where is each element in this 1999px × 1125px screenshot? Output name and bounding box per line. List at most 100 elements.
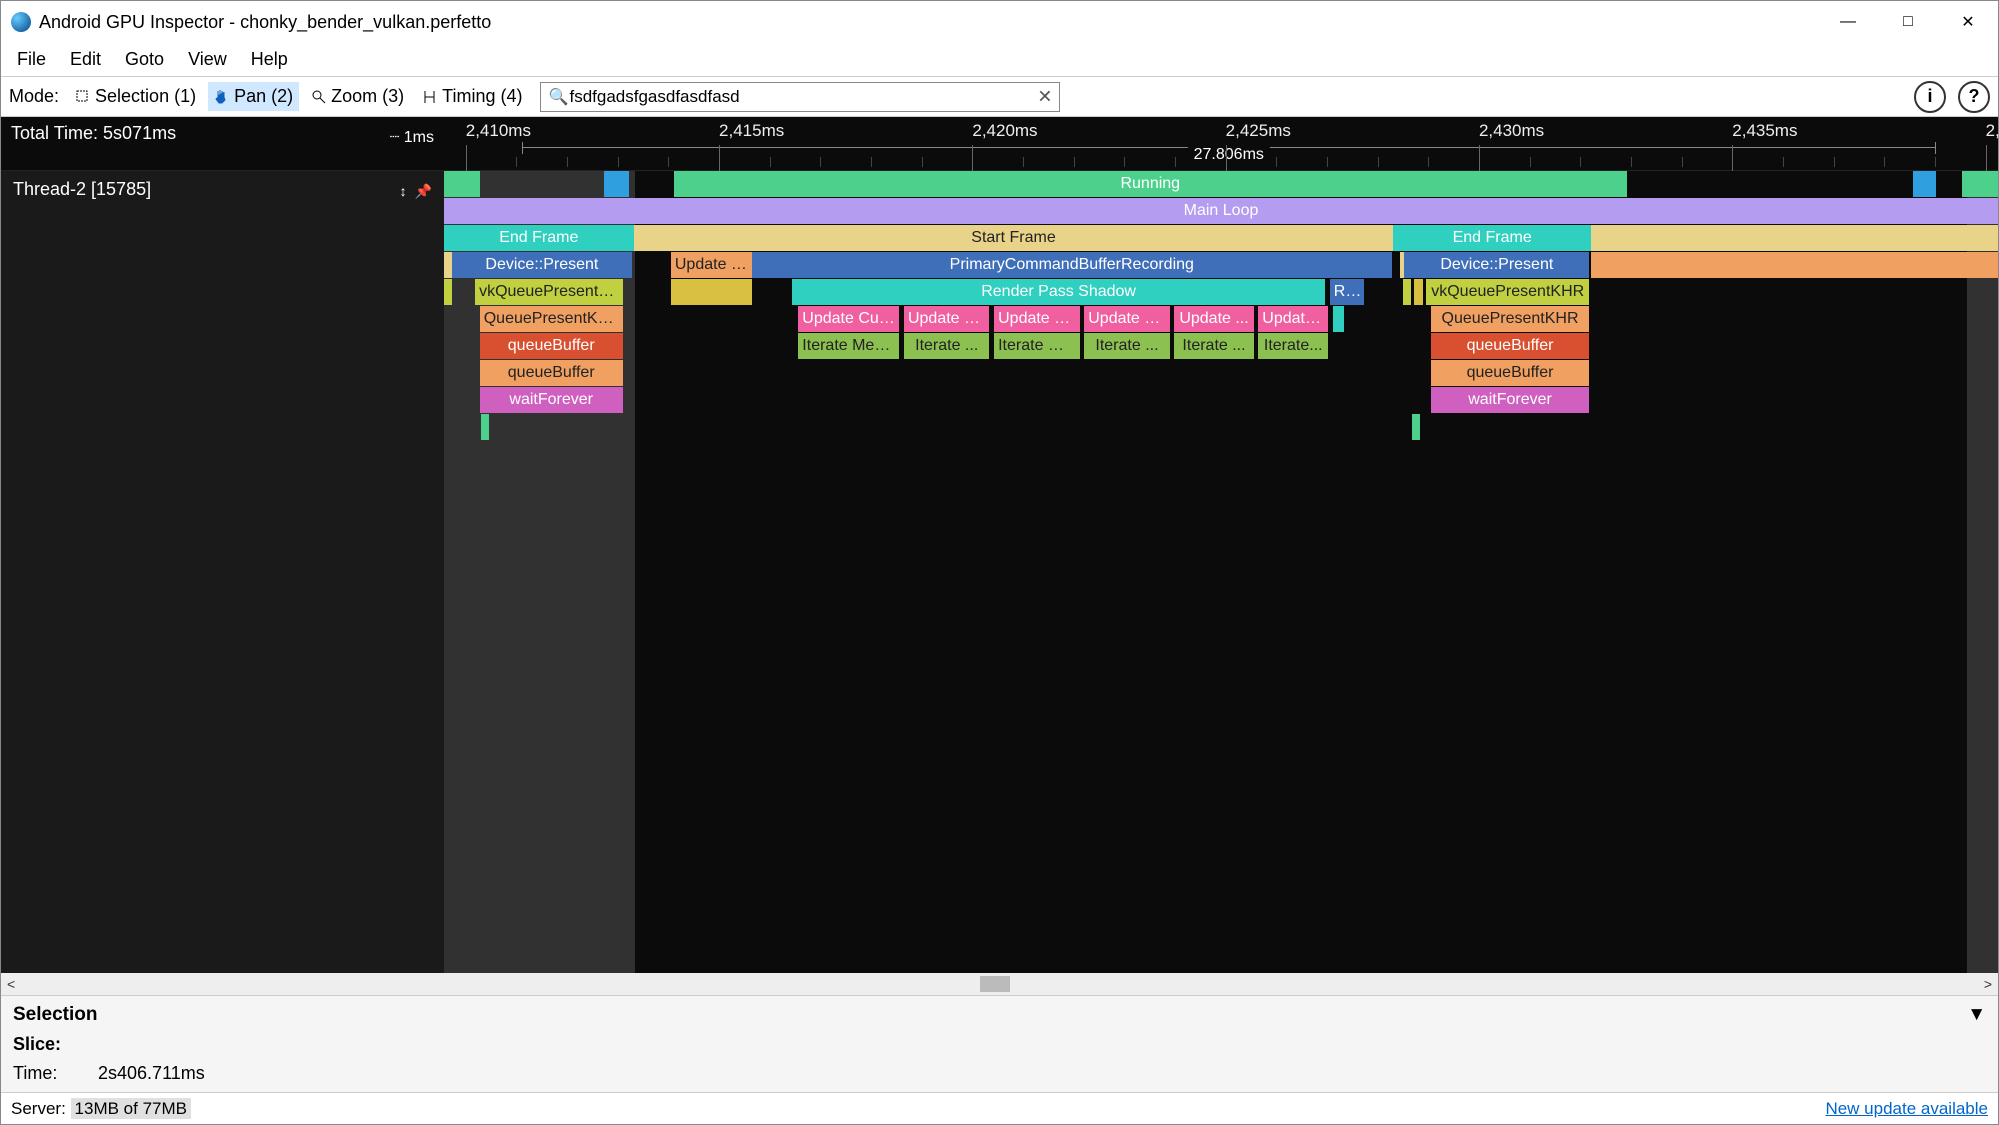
trace-slice[interactable]: vkQueuePresentKHR: [1426, 279, 1589, 305]
pan-icon: [214, 89, 230, 105]
trace-slice[interactable]: [1412, 414, 1420, 440]
trace-slice[interactable]: queueBuffer: [480, 360, 623, 386]
thread-header[interactable]: Thread-2 [15785] ↕ 📌: [1, 171, 444, 973]
trace-slice[interactable]: QueuePresentKHR: [480, 306, 623, 332]
maximize-button[interactable]: □: [1878, 1, 1938, 43]
timeline[interactable]: Total Time: 5s071ms ┈ 1ms 27.806ms 2,410…: [1, 117, 1998, 973]
trace-slice[interactable]: queueBuffer: [480, 333, 623, 359]
trace-slice[interactable]: [1403, 279, 1411, 305]
trace-slice[interactable]: Update S...: [671, 252, 752, 278]
trace-slice[interactable]: End Frame: [1393, 225, 1590, 251]
trace-slice[interactable]: Update C...: [1084, 306, 1169, 332]
mode-selection[interactable]: Selection (1): [69, 82, 202, 111]
trace-slice[interactable]: Update ...: [1174, 306, 1253, 332]
visible-range-label: 27.806ms: [1188, 146, 1270, 164]
chevron-down-icon[interactable]: ▼: [1967, 1004, 1986, 1026]
timing-icon: [422, 89, 438, 105]
trace-slice[interactable]: Update C...: [994, 306, 1079, 332]
trace-slice[interactable]: [1962, 171, 1998, 197]
trace-slice[interactable]: [1591, 225, 1998, 251]
ruler-tick: 2,415ms: [719, 121, 784, 141]
pin-icon[interactable]: 📌: [415, 183, 432, 200]
search-input[interactable]: [540, 82, 1060, 112]
trace-slice[interactable]: [1333, 306, 1344, 332]
menu-edit[interactable]: Edit: [60, 45, 111, 74]
scroll-left-icon[interactable]: <: [7, 976, 15, 992]
trace-slice[interactable]: Running: [674, 171, 1627, 197]
minimize-button[interactable]: ―: [1818, 1, 1878, 43]
selection-band: [1967, 171, 1998, 973]
menu-file[interactable]: File: [7, 45, 56, 74]
status-bar: Server: 13MB of 77MB New update availabl…: [1, 1092, 1998, 1124]
trace-slice[interactable]: waitForever: [1431, 387, 1590, 413]
trace-slice[interactable]: Iterate...: [1258, 333, 1328, 359]
trace-slice[interactable]: End Frame: [444, 225, 634, 251]
mode-timing[interactable]: Timing (4): [416, 82, 528, 111]
selection-panel: Selection ▼ Slice: Time: 2s406.711ms: [1, 995, 1998, 1092]
trace-slice[interactable]: vkQueuePresentKHR: [475, 279, 623, 305]
collapse-icon[interactable]: ↕: [400, 183, 407, 200]
trace-slice[interactable]: Iterate Meshes: [798, 333, 899, 359]
menubar: File Edit Goto View Help: [1, 43, 1998, 77]
trace-slice[interactable]: Iterate ...: [1084, 333, 1169, 359]
trace-slice[interactable]: waitForever: [480, 387, 623, 413]
trace-slice[interactable]: Main Loop: [444, 198, 1998, 224]
trace-slice[interactable]: [444, 279, 452, 305]
ruler-tick: 2,435ms: [1732, 121, 1797, 141]
scroll-thumb[interactable]: [980, 976, 1010, 992]
tracks-area[interactable]: Thread-2 [15785] ↕ 📌 RunningMain LoopEnd…: [1, 171, 1998, 973]
trace-slice[interactable]: Render Pass Shadow: [792, 279, 1325, 305]
help-button[interactable]: ?: [1958, 81, 1990, 113]
ruler-tick: 2,: [1986, 121, 1999, 141]
window-title: Android GPU Inspector - chonky_bender_vu…: [39, 12, 1818, 33]
trace-slice[interactable]: PrimaryCommandBufferRecording: [752, 252, 1392, 278]
ruler-tick: 2,425ms: [1226, 121, 1291, 141]
mode-pan[interactable]: Pan (2): [208, 82, 299, 111]
trace-slice[interactable]: [1591, 252, 1998, 278]
server-label: Server:: [11, 1099, 66, 1118]
close-button[interactable]: ✕: [1938, 1, 1998, 43]
mode-zoom[interactable]: Zoom (3): [305, 82, 410, 111]
trace-slice[interactable]: Update C...: [904, 306, 989, 332]
time-label: Time:: [13, 1063, 93, 1084]
menu-help[interactable]: Help: [241, 45, 298, 74]
trace-slice[interactable]: [481, 414, 489, 440]
menu-view[interactable]: View: [178, 45, 237, 74]
trace-slice[interactable]: queueBuffer: [1431, 360, 1590, 386]
info-button[interactable]: i: [1914, 81, 1946, 113]
trace-slice[interactable]: Update...: [1258, 306, 1328, 332]
trace-slice[interactable]: Start Frame: [634, 225, 1394, 251]
time-value: 2s406.711ms: [98, 1063, 205, 1083]
trace-slice[interactable]: QueuePresentKHR: [1431, 306, 1590, 332]
trace-slice[interactable]: Update Cub...: [798, 306, 899, 332]
trace-slice[interactable]: Re...: [1330, 279, 1364, 305]
slice-label: Slice:: [13, 1034, 61, 1054]
trace-slice[interactable]: Iterate ...: [904, 333, 989, 359]
horizontal-scrollbar[interactable]: < >: [1, 973, 1998, 995]
trace-slice[interactable]: queueBuffer: [1431, 333, 1590, 359]
ruler-tick: 2,420ms: [972, 121, 1037, 141]
mode-label: Mode:: [9, 86, 59, 107]
ruler-tick: 2,430ms: [1479, 121, 1544, 141]
trace-slice[interactable]: Iterate Mes...: [994, 333, 1079, 359]
server-memory: 13MB of 77MB: [71, 1098, 191, 1119]
search-icon: 🔍: [548, 87, 568, 107]
menu-goto[interactable]: Goto: [115, 45, 174, 74]
scroll-right-icon[interactable]: >: [1984, 976, 1992, 992]
update-link[interactable]: New update available: [1825, 1099, 1988, 1119]
trace-slice[interactable]: [1913, 171, 1936, 197]
trace-slice[interactable]: [671, 279, 752, 305]
scale-label: ┈ 1ms: [390, 127, 434, 147]
ruler-tick: 2,410ms: [466, 121, 531, 141]
trace-slice[interactable]: [1414, 279, 1423, 305]
track-body[interactable]: RunningMain LoopEnd FrameStart FrameEnd …: [444, 171, 1998, 973]
selection-icon: [75, 89, 91, 105]
trace-slice[interactable]: [444, 171, 480, 197]
trace-slice[interactable]: Device::Present: [1404, 252, 1589, 278]
trace-slice[interactable]: Device::Present: [452, 252, 632, 278]
trace-slice[interactable]: [604, 171, 629, 197]
trace-slice[interactable]: Iterate ...: [1174, 333, 1253, 359]
time-ruler[interactable]: Total Time: 5s071ms ┈ 1ms 27.806ms 2,410…: [1, 117, 1998, 171]
zoom-icon: [311, 89, 327, 105]
clear-search-icon[interactable]: ✕: [1037, 86, 1052, 107]
